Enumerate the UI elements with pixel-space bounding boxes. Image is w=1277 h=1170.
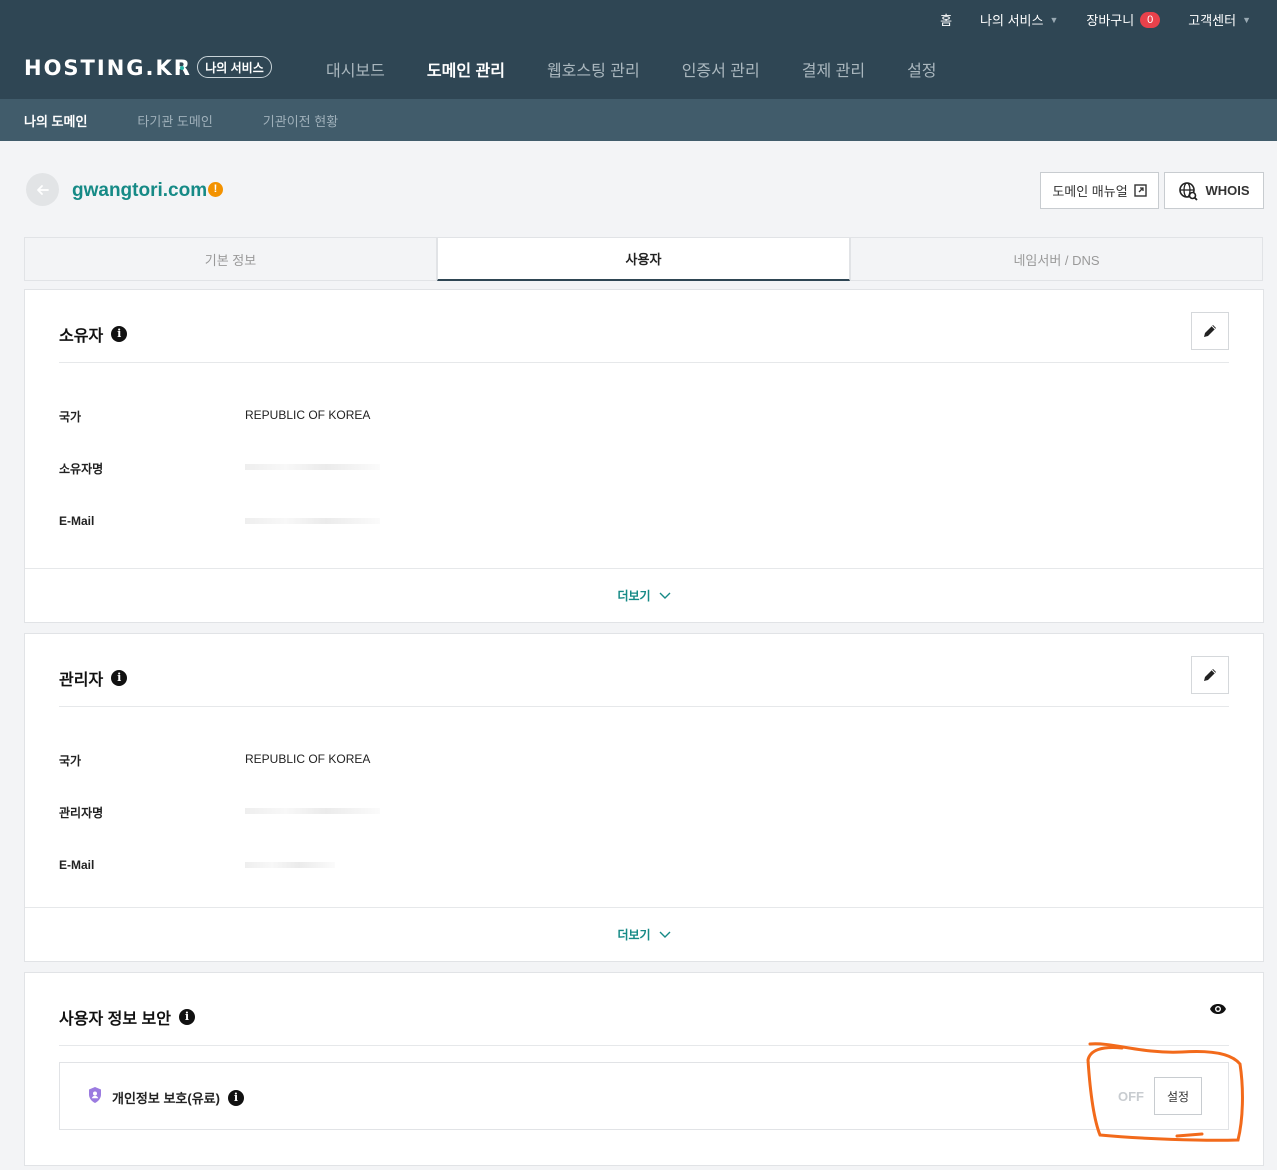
redacted-value (245, 518, 380, 524)
country-value: REPUBLIC OF KOREA (245, 408, 371, 422)
tab-users[interactable]: 사용자 (437, 237, 850, 281)
shield-user-icon (89, 1087, 101, 1103)
arrow-left-icon (36, 184, 49, 195)
privacy-status: OFF (1118, 1089, 1144, 1104)
country-label: 국가 (59, 754, 82, 768)
country-value: REPUBLIC OF KOREA (245, 752, 371, 766)
caret-down-icon: ▼ (1049, 14, 1059, 25)
divider (59, 706, 1229, 707)
divider (59, 362, 1229, 363)
cart-label: 장바구니 (1086, 13, 1135, 28)
domain-manual-button[interactable]: 도메인 매뉴얼 (1040, 172, 1159, 209)
eye-icon[interactable] (1209, 1003, 1227, 1015)
nav-domain-management[interactable]: 도메인 관리 (427, 57, 505, 81)
owner-title-text: 소유자 (59, 328, 104, 345)
owner-name-label: 소유자명 (59, 462, 104, 476)
security-panel: 사용자 정보 보안 i 개인정보 보호(유료) i OFF 설정 (24, 972, 1264, 1166)
privacy-protection-row: 개인정보 보호(유료) i OFF 설정 (59, 1062, 1229, 1130)
nav-webhosting-management[interactable]: 웹호스팅 관리 (547, 57, 640, 81)
owner-panel: 소유자 i 국가 REPUBLIC OF KOREA 소유자명 E-Mail 더보… (24, 289, 1264, 623)
info-icon[interactable]: i (111, 670, 128, 686)
redacted-value (245, 464, 380, 470)
utility-nav: 홈 나의 서비스 ▼ 장바구니 0 고객센터 ▼ (912, 10, 1251, 29)
more-label: 더보기 (617, 589, 651, 603)
country-label: 국가 (59, 410, 82, 424)
admin-title: 관리자 i (59, 666, 128, 690)
caret-down-icon: ▼ (1242, 14, 1251, 25)
admin-name-label: 관리자명 (59, 806, 104, 820)
my-services-label: 나의 서비스 (980, 13, 1044, 28)
privacy-settings-button[interactable]: 설정 (1154, 1077, 1202, 1115)
more-label: 더보기 (617, 928, 651, 942)
main-nav: 대시보드 도메인 관리 웹호스팅 관리 인증서 관리 결제 관리 설정 (326, 57, 979, 81)
globe-search-icon (1179, 181, 1199, 201)
subnav-other-registrar-domains[interactable]: 타기관 도메인 (137, 111, 212, 130)
email-label: E-Mail (59, 514, 95, 528)
subnav-transfer-status[interactable]: 기관이전 현황 (263, 111, 338, 130)
back-button[interactable] (26, 173, 59, 206)
tab-basic-info[interactable]: 기본 정보 (24, 237, 437, 281)
whois-label: WHOIS (1205, 183, 1250, 198)
nav-dashboard[interactable]: 대시보드 (326, 57, 385, 81)
chevron-down-icon (659, 931, 671, 938)
admin-panel: 관리자 i 국가 REPUBLIC OF KOREA 관리자명 E-Mail 더보… (24, 633, 1264, 962)
security-title: 사용자 정보 보안 i (59, 1005, 195, 1029)
tab-nameserver-dns[interactable]: 네임서버 / DNS (850, 237, 1263, 281)
subnav-my-domains[interactable]: 나의 도메인 (24, 111, 87, 130)
top-header: 홈 나의 서비스 ▼ 장바구니 0 고객센터 ▼ HOSTING.KR 나의 서비스 … (0, 0, 1277, 99)
redacted-value (245, 862, 335, 868)
nav-certificate-management[interactable]: 인증서 관리 (682, 57, 760, 81)
sub-nav: 나의 도메인 타기관 도메인 기관이전 현황 (0, 99, 1277, 141)
privacy-protection-text: 개인정보 보호(유료) (112, 1091, 220, 1106)
cart-count-badge: 0 (1140, 11, 1161, 28)
admin-more-button[interactable]: 더보기 (25, 907, 1263, 961)
info-icon[interactable]: i (227, 1089, 244, 1106)
external-link-icon (1133, 184, 1147, 197)
pencil-icon (1204, 669, 1216, 681)
my-services-menu[interactable]: 나의 서비스 ▼ (980, 10, 1058, 29)
privacy-protection-label: 개인정보 보호(유료) i (112, 1088, 244, 1107)
logo[interactable]: HOSTING.KR (24, 56, 192, 80)
chevron-down-icon (659, 592, 671, 599)
nav-settings[interactable]: 설정 (907, 57, 936, 81)
info-icon[interactable]: i (178, 1009, 195, 1025)
nav-payment-management[interactable]: 결제 관리 (802, 57, 865, 81)
home-link-label: 홈 (940, 13, 953, 28)
edit-admin-button[interactable] (1191, 656, 1229, 694)
email-label: E-Mail (59, 858, 95, 872)
redacted-value (245, 808, 380, 814)
my-services-pill[interactable]: 나의 서비스 (197, 56, 272, 78)
edit-owner-button[interactable] (1191, 312, 1229, 350)
cart-link[interactable]: 장바구니 0 (1086, 10, 1161, 29)
domain-manual-label: 도메인 매뉴얼 (1052, 184, 1128, 199)
domain-tabs: 기본 정보 사용자 네임서버 / DNS (24, 237, 1263, 281)
info-icon[interactable]: i (111, 326, 128, 342)
home-link[interactable]: 홈 (940, 10, 952, 29)
whois-button[interactable]: WHOIS (1164, 172, 1264, 209)
owner-more-button[interactable]: 더보기 (25, 568, 1263, 622)
warning-icon[interactable]: ! (208, 182, 223, 197)
divider (59, 1045, 1229, 1046)
logo-dot (180, 66, 184, 70)
support-label: 고객센터 (1188, 13, 1237, 28)
domain-title: gwangtori.com (72, 180, 208, 201)
support-menu[interactable]: 고객센터 ▼ (1188, 10, 1251, 29)
owner-title: 소유자 i (59, 322, 128, 346)
security-title-text: 사용자 정보 보안 (59, 1011, 171, 1028)
pencil-icon (1204, 325, 1216, 337)
admin-title-text: 관리자 (59, 672, 104, 689)
